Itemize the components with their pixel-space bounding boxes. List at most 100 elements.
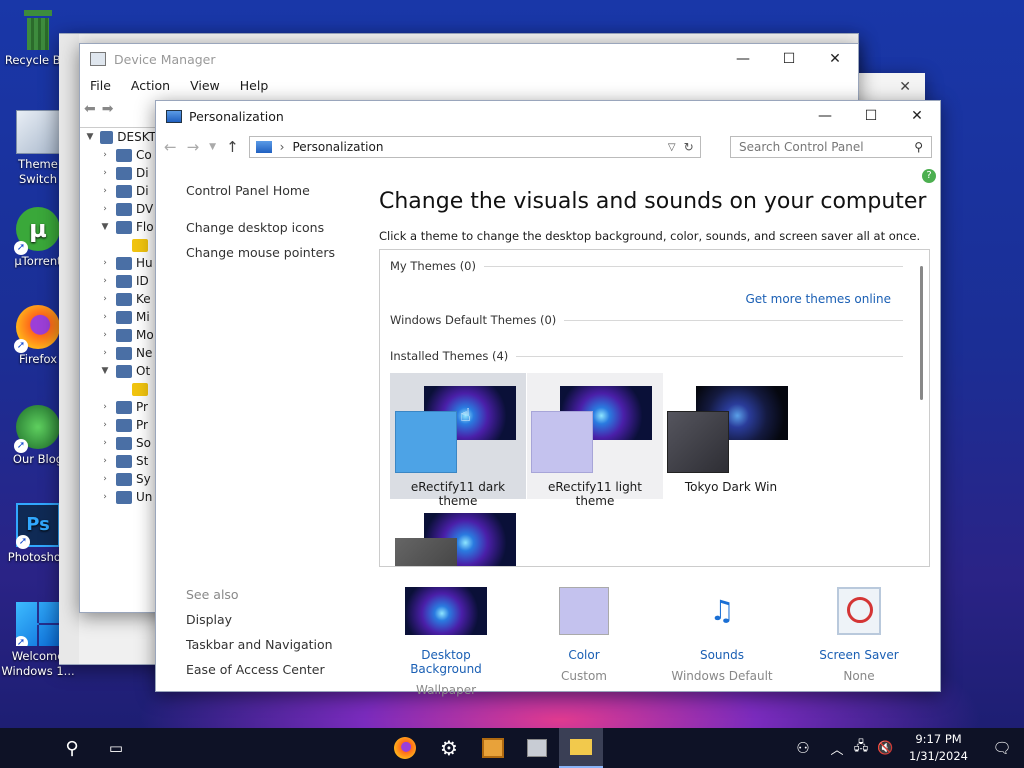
desktop-background-label[interactable]: Desktop Background — [386, 648, 506, 676]
notifications-icon[interactable]: 🗨 — [980, 728, 1024, 768]
search-icon[interactable]: ⚲ — [50, 728, 94, 768]
tree-item[interactable]: › Mi — [84, 308, 156, 326]
theme-fourth[interactable] — [390, 500, 526, 566]
expand-chevron-icon[interactable]: › — [98, 402, 112, 412]
tree-item[interactable]: › Co — [84, 146, 156, 164]
expand-chevron-icon[interactable]: › — [98, 312, 112, 322]
themes-list[interactable]: My Themes (0) Get more themes online Win… — [379, 249, 930, 567]
expand-chevron-icon[interactable]: › — [98, 420, 112, 430]
settings-icon[interactable]: ⚙ — [427, 728, 471, 768]
menu-file[interactable]: File — [90, 78, 111, 93]
close-icon[interactable]: ✕ — [899, 79, 911, 95]
tree-item[interactable]: › St — [84, 452, 156, 470]
expand-chevron-icon[interactable]: › — [98, 276, 112, 286]
tree-item[interactable]: › Ne — [84, 344, 156, 362]
desktop-background-option[interactable]: Desktop Background Wallpaper — [386, 587, 506, 697]
control-panel-home-link[interactable]: Control Panel Home — [186, 183, 356, 198]
theme-erectify11-light[interactable]: eRectify11 light theme — [527, 373, 663, 508]
tree-item[interactable]: › Hu — [84, 254, 156, 272]
up-button[interactable]: ↑ — [226, 138, 239, 156]
change-mouse-pointers-link[interactable]: Change mouse pointers — [186, 245, 356, 260]
start-button[interactable] — [6, 728, 50, 768]
address-dropdown-icon[interactable]: ▽ — [668, 142, 676, 153]
task-view-icon[interactable]: ▭ — [94, 728, 138, 768]
refresh-icon[interactable]: ↻ — [684, 140, 694, 154]
file-explorer-icon[interactable] — [559, 728, 603, 768]
tree-item[interactable]: › Un — [84, 488, 156, 506]
screen-saver-label[interactable]: Screen Saver — [799, 648, 919, 662]
theme-erectify11-dark[interactable]: ☝ eRectify11 dark theme — [390, 373, 526, 508]
tree-item[interactable] — [84, 380, 156, 398]
tree-item[interactable]: › DV — [84, 200, 156, 218]
expand-chevron-icon[interactable]: › — [98, 204, 112, 214]
address-box[interactable]: › Personalization ▽ ↻ — [248, 136, 701, 158]
personalization-window[interactable]: Personalization — ☐ ✕ ← → ▼ ↑ › Personal… — [155, 100, 941, 697]
tree-item[interactable]: › Mo — [84, 326, 156, 344]
taskbar-navigation-link[interactable]: Taskbar and Navigation — [186, 637, 356, 652]
expand-chevron-icon[interactable]: › — [98, 168, 112, 178]
get-more-themes-link[interactable]: Get more themes online — [745, 292, 891, 306]
help-icon[interactable]: ? — [922, 169, 936, 183]
recent-locations-button[interactable]: ▼ — [209, 142, 216, 152]
tree-item[interactable]: ▼ Ot — [84, 362, 156, 380]
maximize-button[interactable]: ☐ — [848, 101, 894, 131]
menu-action[interactable]: Action — [131, 78, 170, 93]
sounds-label[interactable]: Sounds — [662, 648, 782, 662]
tree-item[interactable]: › Ke — [84, 290, 156, 308]
minimize-button[interactable]: — — [802, 101, 848, 131]
search-input[interactable]: Search Control Panel ⚲ — [730, 136, 932, 158]
tree-root[interactable]: ▼ DESKT — [84, 128, 156, 146]
people-icon[interactable]: ⚇ — [781, 728, 825, 768]
expand-chevron-icon[interactable]: › — [98, 258, 112, 268]
expand-chevron-icon[interactable]: › — [98, 150, 112, 160]
display-link[interactable]: Display — [186, 612, 356, 627]
tree-item[interactable]: ▼ Flo — [84, 218, 156, 236]
personalization-titlebar[interactable]: Personalization — ☐ ✕ — [156, 101, 940, 131]
expand-chevron-icon[interactable]: ▼ — [98, 366, 112, 376]
color-label[interactable]: Color — [524, 648, 644, 662]
firefox-taskbar-icon[interactable] — [383, 728, 427, 768]
close-button[interactable]: ✕ — [812, 44, 858, 74]
screen-saver-option[interactable]: Screen Saver None — [799, 587, 919, 683]
expand-chevron-icon[interactable]: › — [98, 474, 112, 484]
themes-scrollbar[interactable] — [920, 266, 923, 400]
ease-of-access-link[interactable]: Ease of Access Center — [186, 662, 356, 677]
forward-button[interactable]: → — [187, 138, 200, 156]
menu-view[interactable]: View — [190, 78, 220, 93]
tree-item[interactable]: › Sy — [84, 470, 156, 488]
minimize-button[interactable]: — — [720, 44, 766, 74]
device-manager-titlebar[interactable]: Device Manager — ☐ ✕ — [80, 44, 858, 74]
device-manager-taskbar-icon[interactable] — [515, 728, 559, 768]
expand-chevron-icon[interactable]: › — [98, 348, 112, 358]
close-button[interactable]: ✕ — [894, 101, 940, 131]
back-button[interactable]: ← — [164, 138, 177, 156]
volume-muted-icon[interactable]: 🔇 — [873, 728, 897, 768]
chevron-up-icon[interactable]: ︿ — [825, 728, 849, 768]
expand-chevron-icon[interactable]: › — [98, 294, 112, 304]
tree-item[interactable]: › Di — [84, 164, 156, 182]
forward-arrow-icon[interactable]: ➡ — [102, 101, 114, 117]
breadcrumb[interactable]: Personalization — [292, 140, 383, 154]
theme-tokyo-dark[interactable]: Tokyo Dark Win — [663, 373, 799, 499]
maximize-button[interactable]: ☐ — [766, 44, 812, 74]
sounds-option[interactable]: ♫ Sounds Windows Default — [662, 587, 782, 683]
app-taskbar-icon[interactable] — [471, 728, 515, 768]
expand-chevron-icon[interactable]: ▼ — [98, 222, 112, 232]
network-icon[interactable]: 🖧 — [849, 728, 873, 768]
tree-item[interactable] — [84, 236, 156, 254]
expand-chevron-icon[interactable]: › — [98, 492, 112, 502]
tree-item[interactable]: › So — [84, 434, 156, 452]
expand-chevron-icon[interactable]: › — [98, 186, 112, 196]
expand-chevron-icon[interactable]: › — [98, 330, 112, 340]
expand-chevron-icon[interactable]: › — [98, 438, 112, 448]
tree-item[interactable]: › Pr — [84, 416, 156, 434]
expand-chevron-icon[interactable]: › — [98, 456, 112, 466]
back-arrow-icon[interactable]: ⬅ — [84, 101, 96, 117]
clock[interactable]: 9:17 PM 1/31/2024 — [897, 731, 980, 765]
menu-help[interactable]: Help — [240, 78, 269, 93]
tree-item[interactable]: › Di — [84, 182, 156, 200]
tree-item[interactable]: › ID — [84, 272, 156, 290]
change-desktop-icons-link[interactable]: Change desktop icons — [186, 220, 356, 235]
search-icon[interactable]: ⚲ — [914, 140, 923, 154]
color-option[interactable]: Color Custom — [524, 587, 644, 683]
